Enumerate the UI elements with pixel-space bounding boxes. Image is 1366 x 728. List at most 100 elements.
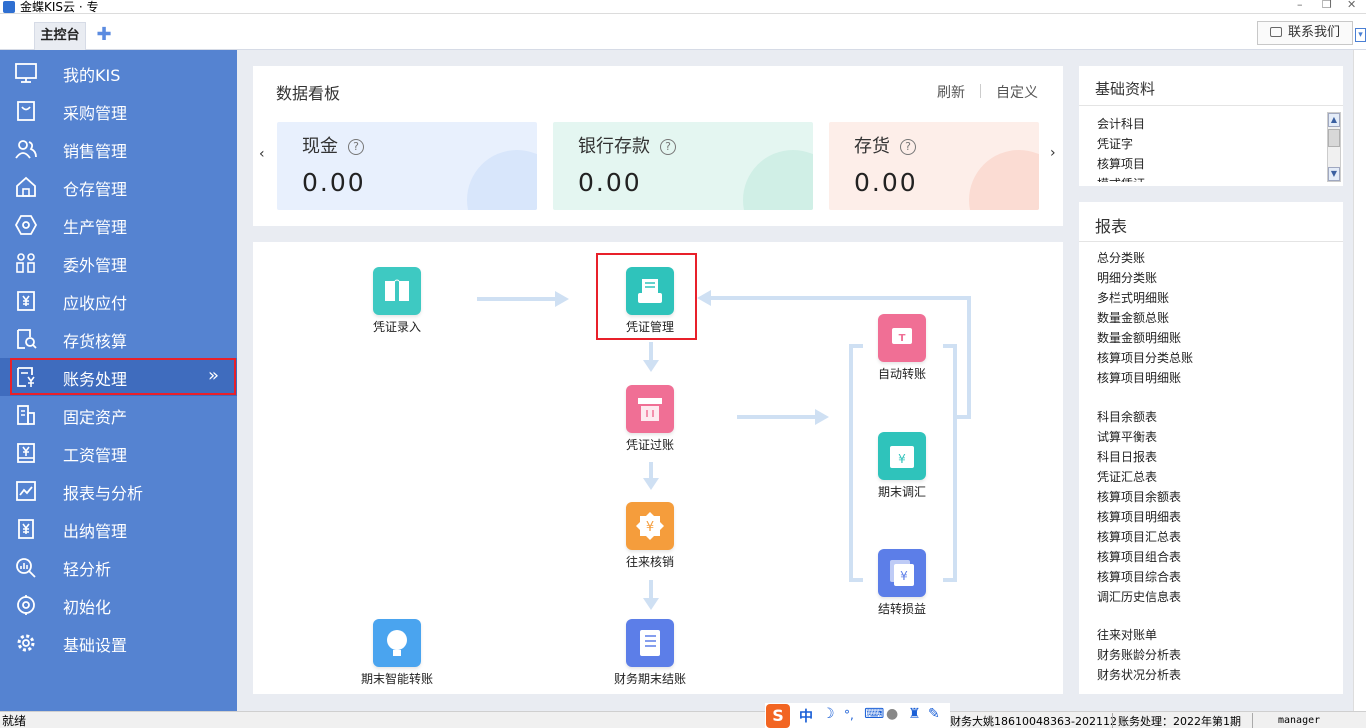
- report-link[interactable]: 数量金额明细账: [1097, 328, 1193, 348]
- node-label: 凭证录入: [372, 320, 421, 334]
- report-group: 总分类账 明细分类账 多栏式明细账 数量金额总账 数量金额明细账 核算项目分类总…: [1097, 248, 1193, 388]
- report-link[interactable]: 明细分类账: [1097, 268, 1193, 288]
- sidebar-item-label: 仓存管理: [63, 180, 128, 199]
- contact-us-button[interactable]: 联系我们: [1257, 21, 1353, 45]
- report-link[interactable]: 多栏式明细账: [1097, 288, 1193, 308]
- report-link[interactable]: 财务状况分析表: [1097, 665, 1181, 685]
- customize-link[interactable]: 自定义: [996, 82, 1038, 102]
- sidebar-item-reports-analysis[interactable]: 报表与分析: [0, 472, 237, 510]
- init-icon: [17, 595, 35, 615]
- help-icon[interactable]: ?: [660, 139, 676, 155]
- node-label: 期末智能转账: [360, 672, 433, 686]
- report-link[interactable]: 核算项目明细账: [1097, 368, 1193, 388]
- scroll-down-icon[interactable]: ▼: [1328, 167, 1340, 181]
- keyboard-icon[interactable]: ⌨: [864, 706, 884, 722]
- reports-panel: 报表 总分类账 明细分类账 多栏式明细账 数量金额总账 数量金额明细账 核算项目…: [1079, 202, 1343, 694]
- card-value: 0.00: [578, 168, 642, 197]
- tab-main-console[interactable]: 主控台: [34, 22, 86, 50]
- sidebar-item-label: 账务处理: [63, 370, 128, 389]
- chevron-right-icon[interactable]: ›: [1050, 145, 1056, 161]
- sidebar-item-purchase[interactable]: 采购管理: [0, 92, 237, 130]
- ime-chinese-mode[interactable]: 中: [799, 706, 813, 726]
- report-link[interactable]: 核算项目综合表: [1097, 567, 1181, 587]
- scroll-thumb[interactable]: [1328, 129, 1340, 147]
- ledger-post-icon: [626, 385, 674, 433]
- transfer-doc-icon: T: [878, 314, 926, 362]
- report-link[interactable]: 试算平衡表: [1097, 427, 1181, 447]
- report-link[interactable]: 核算项目汇总表: [1097, 527, 1181, 547]
- dashboard-title: 数据看板: [276, 84, 341, 103]
- sidebar-item-label: 报表与分析: [63, 484, 144, 503]
- report-link[interactable]: 调汇历史信息表: [1097, 587, 1181, 607]
- building-icon: [17, 405, 35, 425]
- report-link[interactable]: 核算项目明细表: [1097, 507, 1181, 527]
- sidebar-item-accounting[interactable]: 账务处理 »: [0, 358, 237, 396]
- scroll-up-icon[interactable]: ▲: [1328, 113, 1340, 127]
- divider: [1252, 713, 1253, 728]
- minimize-icon[interactable]: –: [1297, 0, 1303, 11]
- sidebar-item-receivables[interactable]: 应收应付: [0, 282, 237, 320]
- report-link[interactable]: 科目余额表: [1097, 407, 1181, 427]
- sogou-ime-icon[interactable]: S: [766, 704, 790, 728]
- list-item[interactable]: 核算项目: [1097, 154, 1327, 174]
- card-value: 0.00: [302, 168, 366, 197]
- report-link[interactable]: 核算项目余额表: [1097, 487, 1181, 507]
- shirt-icon[interactable]: ♜: [908, 706, 921, 722]
- add-tab-icon[interactable]: ✚: [94, 26, 114, 46]
- sidebar-item-my-kis[interactable]: 我的KIS: [0, 54, 237, 92]
- help-icon[interactable]: ?: [348, 139, 364, 155]
- wrench-icon[interactable]: ✎: [928, 706, 940, 722]
- close-icon[interactable]: ✕: [1347, 0, 1356, 11]
- report-link[interactable]: 往来对账单: [1097, 625, 1181, 645]
- sidebar-item-light-analysis[interactable]: 轻分析: [0, 548, 237, 586]
- refresh-link[interactable]: 刷新: [937, 82, 965, 102]
- report-link[interactable]: 核算项目分类总账: [1097, 348, 1193, 368]
- sidebar-item-salary[interactable]: 工资管理: [0, 434, 237, 472]
- report-link[interactable]: 凭证汇总表: [1097, 467, 1181, 487]
- flow-arrow: [649, 580, 653, 600]
- pl-transfer-node[interactable]: ¥ 结转损益: [842, 549, 962, 617]
- sidebar-item-warehouse[interactable]: 仓存管理: [0, 168, 237, 206]
- sidebar-item-cashier[interactable]: 出纳管理: [0, 510, 237, 548]
- sidebar-item-initialize[interactable]: 初始化: [0, 586, 237, 624]
- sidebar-item-inventory-cost[interactable]: 存货核算: [0, 320, 237, 358]
- help-icon[interactable]: ?: [900, 139, 916, 155]
- sidebar-item-sales[interactable]: 销售管理: [0, 130, 237, 168]
- chevron-left-icon[interactable]: ‹: [259, 146, 265, 162]
- list-item[interactable]: 模式凭证: [1097, 174, 1327, 182]
- node-label: 凭证过账: [625, 438, 674, 452]
- sidebar-item-production[interactable]: 生产管理: [0, 206, 237, 244]
- status-ready: 就绪: [2, 714, 27, 728]
- report-link[interactable]: 财务账龄分析表: [1097, 645, 1181, 665]
- punctuation-icon[interactable]: °,: [844, 708, 854, 722]
- report-link[interactable]: 总分类账: [1097, 248, 1193, 268]
- list-item[interactable]: 会计科目: [1097, 114, 1327, 134]
- period-adjust-node[interactable]: ¥ 期末调汇: [842, 432, 962, 500]
- period-close-node[interactable]: 财务期末结账: [590, 619, 710, 687]
- bank-deposit-card[interactable]: 银行存款? 0.00: [553, 122, 813, 210]
- restore-icon[interactable]: ❐: [1322, 0, 1332, 11]
- data-dashboard-panel: 数据看板 刷新 自定义 ‹ › 现金? 0.00 银行存款? 0.00 存货? …: [253, 66, 1063, 226]
- report-link[interactable]: 核算项目组合表: [1097, 547, 1181, 567]
- report-link[interactable]: 科目日报表: [1097, 447, 1181, 467]
- card-value: 0.00: [854, 168, 918, 197]
- sidebar-item-basic-settings[interactable]: 基础设置: [0, 624, 237, 662]
- auto-transfer-node[interactable]: T 自动转账: [842, 314, 962, 382]
- writeoff-node[interactable]: ¥ 往来核销: [590, 502, 710, 570]
- scrollbar[interactable]: ▲ ▼: [1327, 112, 1341, 182]
- ime-toolbar[interactable]: S 中 ☽ °, ⌨ ● ♜ ✎: [765, 703, 950, 728]
- moon-icon[interactable]: ☽: [822, 706, 835, 722]
- smart-transfer-node[interactable]: 期末智能转账: [337, 619, 457, 687]
- voucher-entry-node[interactable]: 凭证录入: [337, 267, 457, 335]
- list-item[interactable]: 凭证字: [1097, 134, 1327, 154]
- inventory-card[interactable]: 存货? 0.00: [829, 122, 1039, 210]
- user-icon[interactable]: ●: [886, 706, 898, 722]
- sidebar-item-fixed-assets[interactable]: 固定资产: [0, 396, 237, 434]
- chevron-down-icon[interactable]: ▾: [1355, 28, 1366, 42]
- sidebar-item-outsource[interactable]: 委外管理: [0, 244, 237, 282]
- voucher-post-node[interactable]: 凭证过账: [590, 385, 710, 453]
- report-link[interactable]: 数量金额总账: [1097, 308, 1193, 328]
- cash-card[interactable]: 现金? 0.00: [277, 122, 537, 210]
- panel-title: 报表: [1095, 217, 1128, 236]
- return-line: [967, 296, 971, 419]
